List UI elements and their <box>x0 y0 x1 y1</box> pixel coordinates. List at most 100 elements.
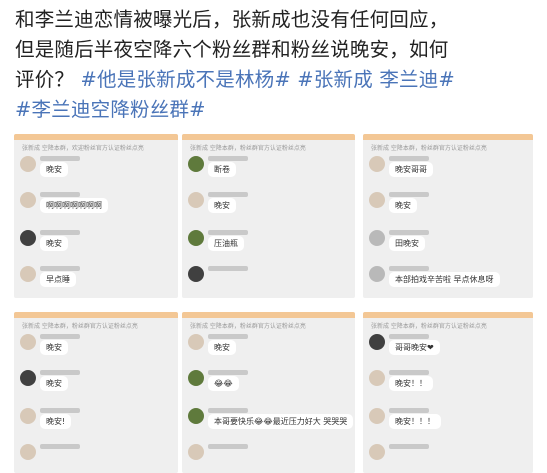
chat-message: 晚安 <box>188 192 351 218</box>
post-text: 和李兰迪恋情被曝光后，张新成也没有任何回应， 但是随后半夜空降六个粉丝群和粉丝说… <box>15 5 539 125</box>
avatar[interactable] <box>20 334 36 350</box>
avatar[interactable] <box>369 334 385 350</box>
blurred-username <box>208 444 248 449</box>
avatar[interactable] <box>188 230 204 246</box>
message-bubble: 晚安 <box>208 340 236 355</box>
blurred-username <box>208 334 248 339</box>
group-notice: 张新成 空降本群，粉丝群官方认证粉丝点亮 <box>371 145 487 152</box>
status-strip <box>182 312 355 318</box>
avatar[interactable] <box>188 266 204 282</box>
avatar[interactable] <box>20 192 36 208</box>
group-notice: 张新成 空降本群，粉丝群官方认证粉丝点亮 <box>190 145 306 152</box>
hashtag-link[interactable]: #李兰迪空降粉丝群# <box>15 98 206 121</box>
group-notice: 张新成 空降本群，粉丝群官方认证粉丝点亮 <box>190 323 306 330</box>
avatar[interactable] <box>369 156 385 172</box>
message-bubble: 晚安 <box>40 376 68 391</box>
message-bubble: 断卷 <box>208 162 236 177</box>
chat-message: 晚安！！ <box>369 370 529 396</box>
chat-message <box>20 444 174 470</box>
blurred-username <box>208 408 248 413</box>
chat-message: 啊啊啊啊啊啊啊 <box>20 192 174 218</box>
avatar[interactable] <box>369 444 385 460</box>
message-bubble: 晚安 <box>389 198 417 213</box>
blurred-username <box>40 192 80 197</box>
group-notice: 张新成 空降本群，粉丝群官方认证粉丝点亮 <box>22 323 138 330</box>
blurred-username <box>208 266 248 271</box>
avatar[interactable] <box>369 408 385 424</box>
chat-message: 田晚安 <box>369 230 529 256</box>
hashtag-link[interactable]: #张新成 李兰迪# <box>297 68 455 91</box>
chat-message: 早点睡 <box>20 266 174 292</box>
blurred-username <box>40 408 80 413</box>
message-bubble: 田晚安 <box>389 236 425 251</box>
chat-message: 晚安 <box>20 334 174 360</box>
message-bubble: 晚安！！！ <box>389 414 441 429</box>
chat-message: 本部拍戏辛苦啦 早点休息呀 <box>369 266 529 292</box>
avatar[interactable] <box>188 334 204 350</box>
avatar[interactable] <box>188 444 204 460</box>
chat-message <box>369 444 529 470</box>
avatar[interactable] <box>20 370 36 386</box>
post-line-1: 和李兰迪恋情被曝光后，张新成也没有任何回应， <box>15 8 449 31</box>
chat-message: 本哥要快乐😂😂最近压力好大 哭哭哭 <box>188 408 354 434</box>
avatar[interactable] <box>188 370 204 386</box>
chat-message: 晚安 <box>188 334 351 360</box>
avatar[interactable] <box>369 266 385 282</box>
blurred-username <box>208 156 248 161</box>
chat-screenshot[interactable]: 张新成 空降本群，粉丝群官方认证粉丝点亮断卷晚安压油瓶 <box>182 134 355 298</box>
chat-message: 压油瓶 <box>188 230 351 256</box>
blurred-username <box>40 230 80 235</box>
avatar[interactable] <box>20 444 36 460</box>
status-strip <box>14 134 178 140</box>
avatar[interactable] <box>188 408 204 424</box>
blurred-username <box>40 370 80 375</box>
avatar[interactable] <box>20 230 36 246</box>
blurred-username <box>208 192 248 197</box>
screenshot-grid: 张新成 空降本群，欢迎粉丝官方认证粉丝点亮 晚安 啊啊啊啊啊啊啊 晚安 早点睡 张新成 空… <box>0 134 547 473</box>
avatar[interactable] <box>20 266 36 282</box>
chat-message: 晚安哥哥 <box>369 156 529 182</box>
blurred-username <box>389 156 429 161</box>
message-bubble: 晚安 <box>40 236 68 251</box>
avatar[interactable] <box>188 156 204 172</box>
blurred-username <box>389 192 429 197</box>
status-strip <box>182 134 355 140</box>
avatar[interactable] <box>369 230 385 246</box>
blurred-username <box>208 230 248 235</box>
chat-message: 断卷 <box>188 156 351 182</box>
group-notice: 张新成 空降本群，粉丝群官方认证粉丝点亮 <box>371 323 487 330</box>
avatar[interactable] <box>188 192 204 208</box>
blurred-username <box>40 444 80 449</box>
chat-message: 晚安 <box>20 230 174 256</box>
message-bubble: 早点睡 <box>40 272 76 287</box>
chat-message: 晚安 <box>369 192 529 218</box>
hashtag-link[interactable]: #他是张新成不是林杨# <box>81 68 291 91</box>
avatar[interactable] <box>369 370 385 386</box>
blurred-username <box>389 408 429 413</box>
blurred-username <box>40 156 80 161</box>
chat-message: 哥哥晚安❤ <box>369 334 529 360</box>
status-strip <box>363 312 533 318</box>
chat-message: 晚安! <box>20 408 174 434</box>
chat-screenshot[interactable]: 张新成 空降本群，粉丝群官方认证粉丝点亮 晚安 晚安 晚安! <box>14 312 178 473</box>
chat-screenshot[interactable]: 张新成 空降本群，欢迎粉丝官方认证粉丝点亮 晚安 啊啊啊啊啊啊啊 晚安 早点睡 <box>14 134 178 298</box>
chat-message <box>188 266 351 292</box>
group-notice: 张新成 空降本群，欢迎粉丝官方认证粉丝点亮 <box>22 145 144 152</box>
avatar[interactable] <box>20 156 36 172</box>
post-line-2: 但是随后半夜空降六个粉丝群和粉丝说晚安，如何 <box>15 38 449 61</box>
blurred-username <box>208 370 248 375</box>
chat-message: 😂😂 <box>188 370 351 396</box>
message-bubble: 晚安 <box>40 162 68 177</box>
avatar[interactable] <box>369 192 385 208</box>
chat-message: 晚安！！！ <box>369 408 529 434</box>
post-line-3-prefix: 评价？ <box>15 68 81 91</box>
blurred-username <box>389 230 429 235</box>
chat-screenshot[interactable]: 张新成 空降本群，粉丝群官方认证粉丝点亮哥哥晚安❤ 晚安！！ 晚安！！！ <box>363 312 533 473</box>
chat-screenshot[interactable]: 张新成 空降本群，粉丝群官方认证粉丝点亮晚安 😂😂 本哥要快乐😂😂最近压力好大 哭哭… <box>182 312 355 473</box>
blurred-username <box>40 334 80 339</box>
chat-screenshot[interactable]: 张新成 空降本群，粉丝群官方认证粉丝点亮晚安哥哥晚安田晚安本部拍戏辛苦啦 早点休… <box>363 134 533 298</box>
avatar[interactable] <box>20 408 36 424</box>
message-bubble: 晚安 <box>208 198 236 213</box>
blurred-username <box>389 334 429 339</box>
message-bubble: 本哥要快乐😂😂最近压力好大 哭哭哭 <box>208 414 354 429</box>
